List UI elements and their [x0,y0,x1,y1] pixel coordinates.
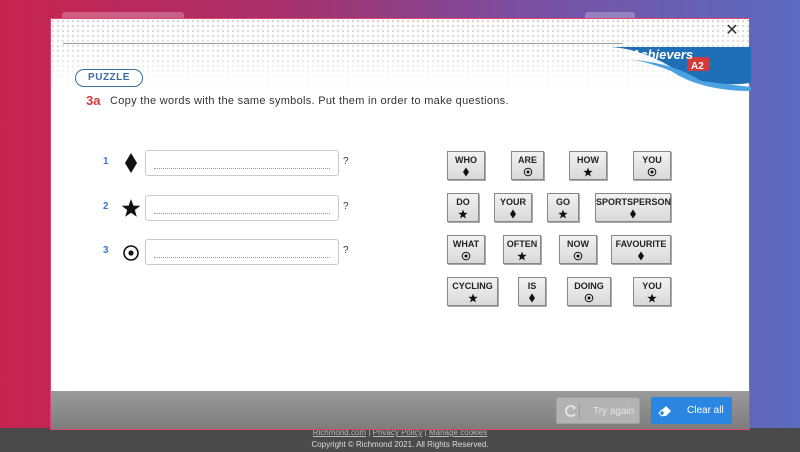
question-number: 3 [103,245,109,256]
clear-all-button[interactable]: Clear all [651,397,732,424]
word-tile[interactable]: DO [447,193,479,222]
answer-input-3[interactable] [145,239,339,265]
word-tile[interactable]: HOW [569,151,607,180]
circle-dot-icon [523,167,532,177]
word-tile[interactable]: SPORTSPERSON [595,193,671,222]
answer-input-2[interactable] [145,195,339,221]
circle-dot-icon [461,251,471,261]
word-tile[interactable]: WHO [447,151,485,180]
star-icon [583,167,593,177]
word-tile[interactable]: NOW [559,235,597,264]
diamond-icon [510,209,516,219]
word-tile[interactable]: WHAT [447,235,485,264]
eraser-icon [658,406,671,417]
diamond-icon [638,251,644,261]
close-button[interactable]: ✕ [723,21,741,39]
brand-name: Achievers [631,47,694,62]
puzzle-modal: ✕ Achievers A2 PUZZLE 3a Copy the words … [50,18,751,430]
try-again-label: Try again [593,406,635,417]
question-mark: ? [343,156,349,167]
circle-dot-icon [647,167,657,177]
circle-dot-icon [123,245,139,261]
star-icon [647,293,657,303]
word-tile[interactable]: IS [518,277,546,306]
brand-level: A2 [691,61,704,72]
word-tile[interactable]: YOU [633,151,671,180]
word-tile[interactable]: CYCLING [447,277,498,306]
star-icon [558,209,568,219]
word-tile[interactable]: DOING [567,277,611,306]
copyright-text: Copyright © Richmond 2021. All Rights Re… [311,440,489,449]
answer-input-1[interactable] [145,150,339,176]
clear-all-label: Clear all [687,405,724,416]
try-again-button[interactable]: Try again [556,397,640,424]
question-number: 1 [103,156,109,167]
star-icon [121,199,141,217]
brand-logo: Achievers A2 [611,43,751,91]
circle-dot-icon [573,251,583,261]
circle-dot-icon [584,293,594,303]
puzzle-badge: PUZZLE [75,69,143,87]
question-mark: ? [343,201,349,212]
instruction-text: Copy the words with the same symbols. Pu… [110,95,509,107]
star-icon [517,251,527,261]
word-tile[interactable]: YOU [633,277,671,306]
word-tile[interactable]: ARE [511,151,544,180]
star-icon [458,209,468,219]
word-tile[interactable]: OFTEN [503,235,541,264]
diamond-icon [125,153,137,173]
question-number: 2 [103,201,109,212]
diamond-icon [463,167,469,177]
word-tile[interactable]: GO [547,193,579,222]
word-tile[interactable]: YOUR [494,193,532,222]
diamond-icon [529,293,535,303]
star-icon [467,293,478,303]
question-mark: ? [343,245,349,256]
retry-icon [565,403,580,419]
modal-footer: Try again Clear all [51,391,749,429]
header-divider [63,43,623,44]
exercise-number: 3a [86,93,101,108]
word-tile[interactable]: FAVOURITE [611,235,671,264]
diamond-icon [630,209,636,219]
